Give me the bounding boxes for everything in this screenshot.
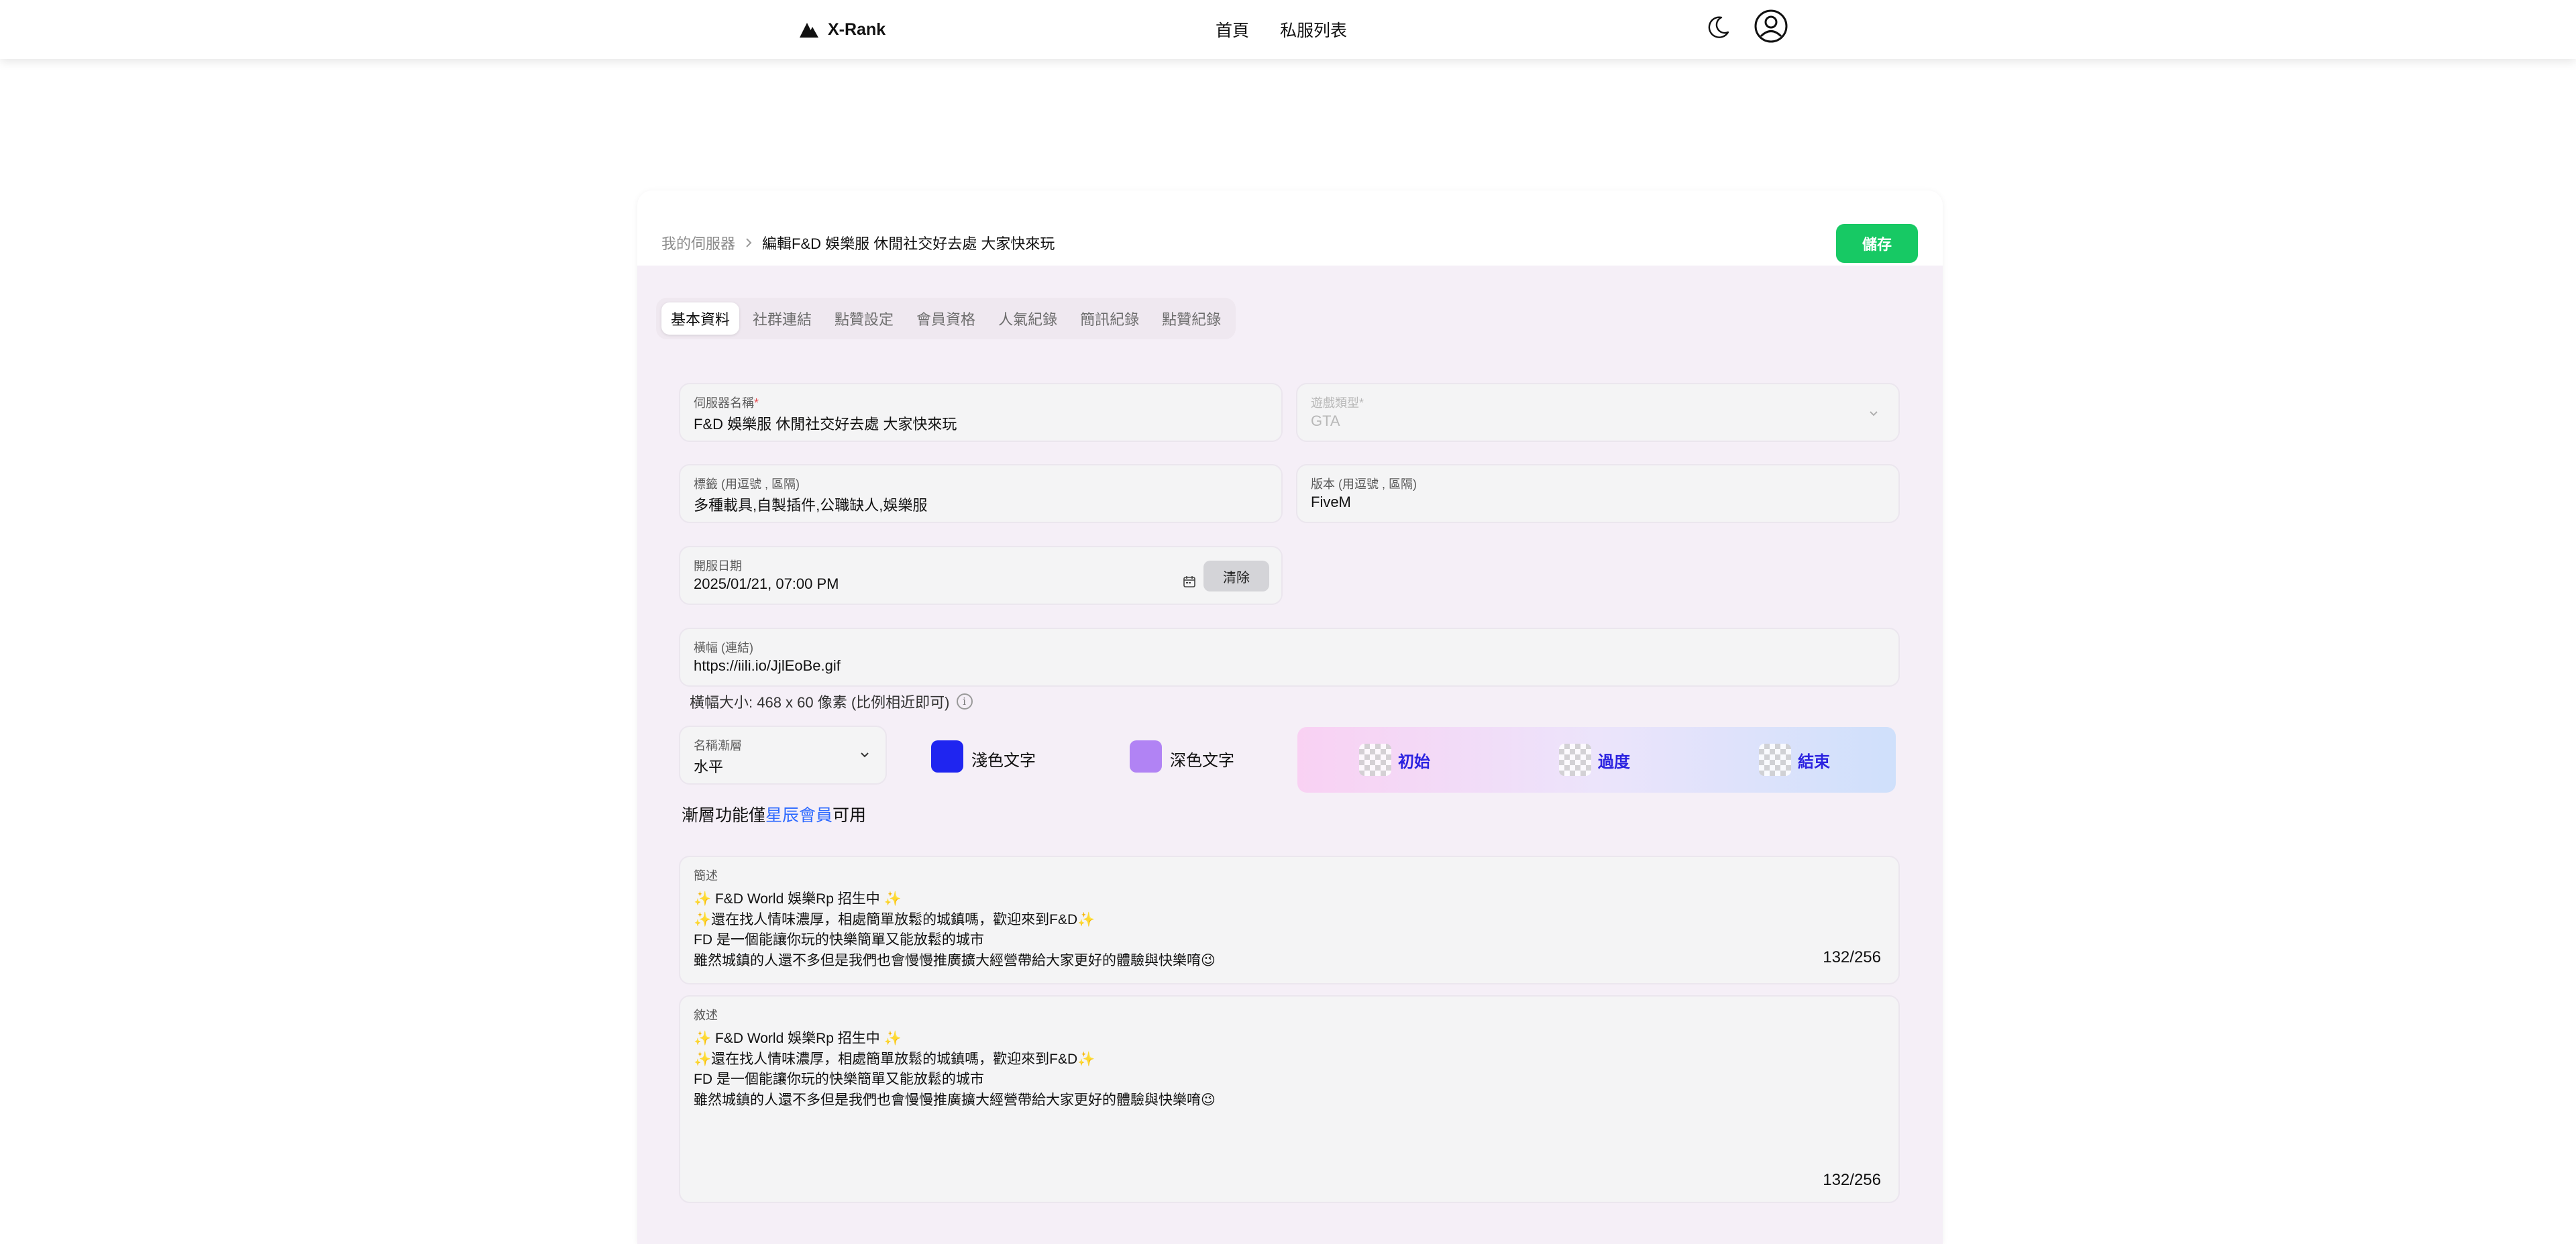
moon-icon[interactable]	[1705, 13, 1732, 40]
summary-label: 簡述	[694, 869, 718, 883]
server-name-label-text: 伺服器名稱	[694, 396, 754, 410]
edit-server-card: 我的伺服器 編輯F&D 娛樂服 休閒社交好去處 大家快來玩 儲存 基本資料 社群…	[637, 190, 1943, 1244]
breadcrumb-parent[interactable]: 我的伺服器	[661, 232, 735, 253]
summary-char-counter: 132/256	[1823, 948, 1881, 966]
tags-field[interactable]: 標籤 (用逗號 , 區隔) 多種載具,自製插件,公職缺人,娛樂服	[679, 464, 1283, 523]
open-date-label: 開服日期	[694, 559, 742, 573]
game-type-label: 遊戲類型*	[1311, 394, 1364, 411]
gradient-end-label: 結束	[1798, 752, 1830, 771]
gradient-start-label: 初始	[1398, 752, 1430, 771]
name-gradient-label: 名稱漸層	[694, 739, 742, 752]
gradient-preview: 初始 過度 結束	[1297, 727, 1896, 793]
calendar-icon[interactable]	[1183, 575, 1196, 588]
brand-link[interactable]: X-Rank	[798, 15, 885, 44]
banner-url-field[interactable]: 橫幅 (連結) https://iili.io/JjlEoBe.gif	[679, 628, 1900, 687]
dark-text-label: 深色文字	[1170, 752, 1234, 770]
name-gradient-select[interactable]: 名稱漸層 水平	[679, 726, 887, 785]
tab-membership[interactable]: 會員資格	[907, 302, 985, 335]
summary-line: ✨ F&D World 娛樂Rp 招生中 ✨	[694, 891, 902, 907]
top-navbar: X-Rank 首頁 私服列表	[0, 0, 2576, 59]
chevron-down-icon	[1870, 411, 1878, 416]
required-mark: *	[1359, 396, 1364, 410]
summary-line: 雖然城鎮的人還不多但是我們也會慢慢推廣擴大經營帶給大家更好的體驗與快樂唷😉	[694, 952, 1216, 968]
gradient-middle-stop[interactable]: 過度	[1559, 744, 1630, 776]
gradient-middle-label: 過度	[1598, 752, 1630, 771]
tab-popularity-log[interactable]: 人氣紀錄	[989, 302, 1067, 335]
name-gradient-value: 水平	[694, 758, 724, 775]
description-line: ✨還在找人情味濃厚，相處簡單放鬆的城鎮嗎，歡迎來到F&D✨	[694, 1051, 1095, 1067]
description-line: FD 是一個能讓你玩的快樂簡單又能放鬆的城市	[694, 1072, 984, 1087]
version-field[interactable]: 版本 (用逗號 , 區隔) FiveM	[1296, 464, 1900, 523]
game-type-label-text: 遊戲類型	[1311, 396, 1359, 410]
summary-content: ✨ F&D World 娛樂Rp 招生中 ✨ ✨還在找人情味濃厚，相處簡單放鬆的…	[694, 889, 1216, 971]
star-membership-link[interactable]: 星辰會員	[765, 806, 833, 825]
x-rank-logo-icon	[800, 23, 818, 38]
breadcrumb-current: 編輯F&D 娛樂服 休閒社交好去處 大家快來玩	[762, 235, 1055, 252]
tags-value: 多種載具,自製插件,公職缺人,娛樂服	[694, 497, 928, 514]
server-name-value: F&D 娛樂服 休閒社交好去處 大家快來玩	[694, 416, 957, 433]
save-button[interactable]: 儲存	[1836, 224, 1918, 263]
description-line: ✨ F&D World 娛樂Rp 招生中 ✨	[694, 1031, 902, 1046]
description-char-counter: 132/256	[1823, 1171, 1881, 1189]
chevron-down-icon	[861, 752, 869, 758]
open-date-value: 2025/01/21, 07:00 PM	[694, 575, 839, 592]
description-label: 敘述	[694, 1009, 718, 1022]
required-mark: *	[754, 396, 759, 410]
brand-name: X-Rank	[828, 19, 886, 39]
tab-like-log[interactable]: 點贊紀錄	[1152, 302, 1230, 335]
nav-server-list-link[interactable]: 私服列表	[1280, 17, 1347, 42]
version-label: 版本 (用逗號 , 區隔)	[1311, 477, 1417, 491]
tab-like-settings[interactable]: 點贊設定	[825, 302, 903, 335]
description-content: ✨ F&D World 娛樂Rp 招生中 ✨ ✨還在找人情味濃厚，相處簡單放鬆的…	[694, 1029, 1216, 1111]
summary-line: FD 是一個能讓你玩的快樂簡單又能放鬆的城市	[694, 932, 984, 948]
light-text-color-swatch[interactable]	[931, 740, 963, 773]
gradient-note-suffix: 可用	[833, 806, 867, 825]
banner-size-text: 橫幅大小: 468 x 60 像素 (比例相近即可)	[690, 694, 950, 711]
transparent-checker-icon	[1359, 744, 1391, 776]
light-text-label: 淺色文字	[971, 752, 1036, 770]
dark-text-color-swatch[interactable]	[1130, 740, 1162, 773]
transparent-checker-icon	[1559, 744, 1591, 776]
nav-home-link[interactable]: 首頁	[1216, 17, 1249, 42]
server-name-field[interactable]: 伺服器名稱* F&D 娛樂服 休閒社交好去處 大家快來玩	[679, 383, 1283, 442]
tab-list: 基本資料 社群連結 點贊設定 會員資格 人氣紀錄 簡訊紀錄 點贊紀錄	[656, 298, 1236, 339]
tab-social-links[interactable]: 社群連結	[743, 302, 821, 335]
tab-basic-info[interactable]: 基本資料	[661, 302, 740, 335]
clear-date-button[interactable]: 清除	[1203, 561, 1269, 591]
gradient-start-stop[interactable]: 初始	[1359, 744, 1430, 776]
server-name-label: 伺服器名稱*	[694, 394, 759, 411]
summary-line: ✨還在找人情味濃厚，相處簡單放鬆的城鎮嗎，歡迎來到F&D✨	[694, 911, 1095, 927]
tab-sms-log[interactable]: 簡訊紀錄	[1071, 302, 1148, 335]
banner-label: 橫幅 (連結)	[694, 641, 753, 655]
transparent-checker-icon	[1759, 744, 1791, 776]
summary-textarea[interactable]: 簡述 ✨ F&D World 娛樂Rp 招生中 ✨ ✨還在找人情味濃厚，相處簡單…	[679, 856, 1900, 984]
game-type-value: GTA	[1311, 412, 1340, 429]
banner-value: https://iili.io/JjlEoBe.gif	[694, 657, 841, 674]
gradient-end-stop[interactable]: 結束	[1759, 744, 1830, 776]
open-date-field[interactable]: 開服日期 2025/01/21, 07:00 PM 清除	[679, 546, 1283, 605]
tags-label: 標籤 (用逗號 , 區隔)	[694, 477, 800, 491]
nav-links: 首頁 私服列表	[1216, 15, 1347, 44]
info-icon[interactable]: i	[956, 693, 973, 710]
banner-size-hint: 橫幅大小: 468 x 60 像素 (比例相近即可) i	[690, 688, 973, 715]
card-header: 我的伺服器 編輯F&D 娛樂服 休閒社交好去處 大家快來玩 儲存	[637, 190, 1943, 266]
gradient-note: 漸層功能僅星辰會員可用	[682, 802, 866, 826]
game-type-select[interactable]: 遊戲類型* GTA	[1296, 383, 1900, 442]
version-value: FiveM	[1311, 494, 1351, 510]
user-circle-icon[interactable]	[1754, 9, 1788, 44]
description-textarea[interactable]: 敘述 ✨ F&D World 娛樂Rp 招生中 ✨ ✨還在找人情味濃厚，相處簡單…	[679, 995, 1900, 1203]
description-line: 雖然城鎮的人還不多但是我們也會慢慢推廣擴大經營帶給大家更好的體驗與快樂唷😉	[694, 1092, 1216, 1108]
chevron-right-icon	[746, 238, 752, 247]
gradient-note-prefix: 漸層功能僅	[682, 806, 766, 825]
breadcrumb: 我的伺服器 編輯F&D 娛樂服 休閒社交好去處 大家快來玩	[661, 232, 1055, 253]
